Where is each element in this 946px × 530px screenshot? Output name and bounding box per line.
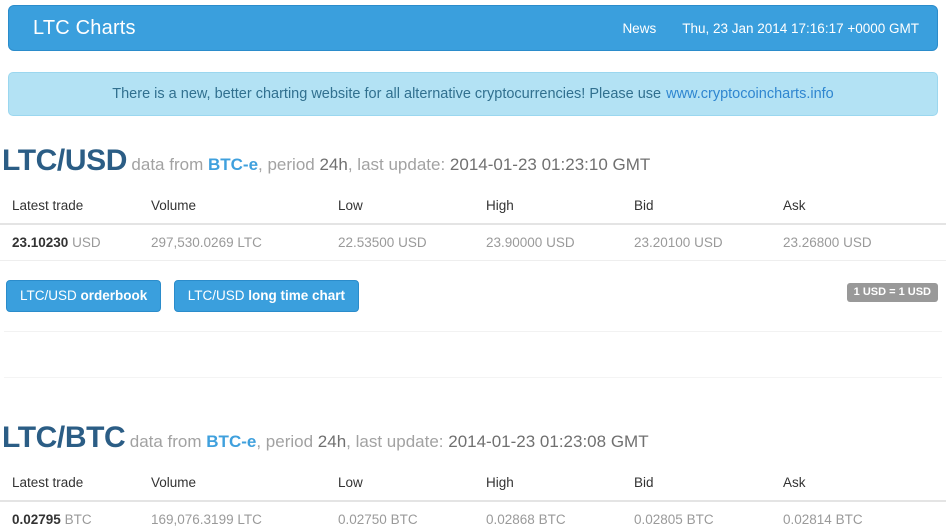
nav-link-news[interactable]: News — [622, 21, 656, 36]
column-header-high: High — [486, 190, 634, 225]
ask-value: 23.26800 — [783, 235, 840, 250]
table-row: 23.10230 USD 297,530.0269 LTC 22.53500 U… — [0, 224, 946, 261]
cell-bid: 23.20100 USD — [634, 224, 783, 261]
navbar-right-group: News Thu, 23 Jan 2014 17:16:17 +0000 GMT — [622, 21, 919, 36]
cell-low: 0.02750 BTC — [338, 501, 486, 530]
market-actions-ltc-usd: LTC/USD orderbook LTC/USD long time char… — [0, 280, 946, 314]
column-header-low: Low — [338, 467, 486, 502]
volume-value: 297,530.0269 — [151, 235, 234, 250]
usd-rate-badge: 1 USD = 1 USD — [846, 283, 938, 302]
high-value: 0.02868 — [486, 512, 535, 527]
market-meta: data from BTC-e, period 24h, last update… — [130, 432, 649, 451]
market-section-ltc-usd: LTC/USD data from BTC-e, period 24h, las… — [0, 146, 946, 403]
column-header-volume: Volume — [151, 467, 338, 502]
bid-unit: USD — [694, 235, 723, 250]
bid-value: 0.02805 — [634, 512, 683, 527]
column-header-ask: Ask — [783, 467, 946, 502]
market-heading-ltc-btc: LTC/BTC data from BTC-e, period 24h, las… — [0, 423, 946, 453]
meta-data-from-label: data from — [131, 155, 204, 174]
market-pair-label: LTC/BTC — [2, 421, 126, 454]
top-navbar: LTC Charts News Thu, 23 Jan 2014 17:16:1… — [8, 5, 938, 51]
cell-low: 22.53500 USD — [338, 224, 486, 261]
low-value: 0.02750 — [338, 512, 387, 527]
site-notice-banner: There is a new, better charting website … — [8, 72, 938, 116]
column-header-volume: Volume — [151, 190, 338, 225]
column-header-bid: Bid — [634, 190, 783, 225]
market-source-link[interactable]: BTC-e — [206, 432, 256, 451]
meta-data-from-label: data from — [129, 432, 202, 451]
cell-latest-trade: 0.02795 BTC — [0, 501, 151, 530]
chart-placeholder-secondary — [4, 377, 942, 403]
low-unit: USD — [398, 235, 427, 250]
market-table-ltc-btc: Latest trade Volume Low High Bid Ask 0.0… — [0, 467, 946, 530]
cell-latest-trade: 23.10230 USD — [0, 224, 151, 261]
table-header-row: Latest trade Volume Low High Bid Ask — [0, 467, 946, 502]
high-unit: BTC — [538, 512, 566, 527]
cell-ask: 0.02814 BTC — [783, 501, 946, 530]
cell-high: 0.02868 BTC — [486, 501, 634, 530]
ask-unit: BTC — [835, 512, 863, 527]
meta-period-label: , period — [258, 155, 315, 174]
column-header-high: High — [486, 467, 634, 502]
high-value: 23.90000 — [486, 235, 543, 250]
cell-high: 23.90000 USD — [486, 224, 634, 261]
latest-trade-value: 0.02795 — [12, 512, 61, 527]
site-notice-text: There is a new, better charting website … — [112, 86, 662, 102]
long-chart-button-label: long time chart — [248, 288, 346, 303]
market-table-ltc-usd: Latest trade Volume Low High Bid Ask 23.… — [0, 190, 946, 261]
market-meta: data from BTC-e, period 24h, last update… — [131, 155, 650, 174]
orderbook-button-prefix: LTC/USD — [20, 288, 77, 303]
meta-period-label: , period — [256, 432, 314, 451]
ask-unit: USD — [843, 235, 872, 250]
volume-unit: LTC — [237, 512, 262, 527]
column-header-low: Low — [338, 190, 486, 225]
column-header-bid: Bid — [634, 467, 783, 502]
low-unit: BTC — [390, 512, 418, 527]
long-chart-button-prefix: LTC/USD — [187, 288, 245, 303]
latest-trade-unit: BTC — [64, 512, 92, 527]
market-last-update: 2014-01-23 01:23:08 GMT — [448, 432, 649, 451]
bid-value: 23.20100 — [634, 235, 691, 250]
market-period-value: 24h — [317, 432, 347, 451]
column-header-ask: Ask — [783, 190, 946, 225]
chart-placeholder-primary — [4, 331, 942, 377]
cell-volume: 169,076.3199 LTC — [151, 501, 338, 530]
cell-volume: 297,530.0269 LTC — [151, 224, 338, 261]
market-section-ltc-btc: LTC/BTC data from BTC-e, period 24h, las… — [0, 423, 946, 530]
page-root: LTC Charts News Thu, 23 Jan 2014 17:16:1… — [0, 0, 946, 530]
brand-title[interactable]: LTC Charts — [33, 17, 136, 40]
market-heading-ltc-usd: LTC/USD data from BTC-e, period 24h, las… — [0, 146, 946, 176]
meta-update-label: , last update: — [347, 155, 446, 174]
column-header-latest-trade: Latest trade — [0, 190, 151, 225]
latest-trade-unit: USD — [72, 235, 101, 250]
volume-unit: LTC — [237, 235, 262, 250]
column-header-latest-trade: Latest trade — [0, 467, 151, 502]
ltc-usd-orderbook-button[interactable]: LTC/USD orderbook — [6, 280, 162, 312]
table-header-row: Latest trade Volume Low High Bid Ask — [0, 190, 946, 225]
server-timestamp: Thu, 23 Jan 2014 17:16:17 +0000 GMT — [682, 20, 919, 36]
bid-unit: BTC — [686, 512, 714, 527]
market-source-link[interactable]: BTC-e — [208, 155, 258, 174]
market-last-update: 2014-01-23 01:23:10 GMT — [449, 155, 651, 174]
market-period-value: 24h — [319, 155, 348, 174]
table-row: 0.02795 BTC 169,076.3199 LTC 0.02750 BTC… — [0, 501, 946, 530]
orderbook-button-label: orderbook — [80, 288, 148, 303]
low-value: 22.53500 — [338, 235, 395, 250]
cell-bid: 0.02805 BTC — [634, 501, 783, 530]
cryptocoincharts-link[interactable]: www.cryptocoincharts.info — [666, 86, 834, 102]
high-unit: USD — [546, 235, 575, 250]
cell-ask: 23.26800 USD — [783, 224, 946, 261]
market-pair-label: LTC/USD — [2, 144, 127, 177]
ask-value: 0.02814 — [783, 512, 832, 527]
volume-value: 169,076.3199 — [151, 512, 234, 527]
meta-update-label: , last update: — [346, 432, 444, 451]
latest-trade-value: 23.10230 — [12, 235, 69, 250]
ltc-usd-long-time-chart-button[interactable]: LTC/USD long time chart — [173, 280, 360, 312]
